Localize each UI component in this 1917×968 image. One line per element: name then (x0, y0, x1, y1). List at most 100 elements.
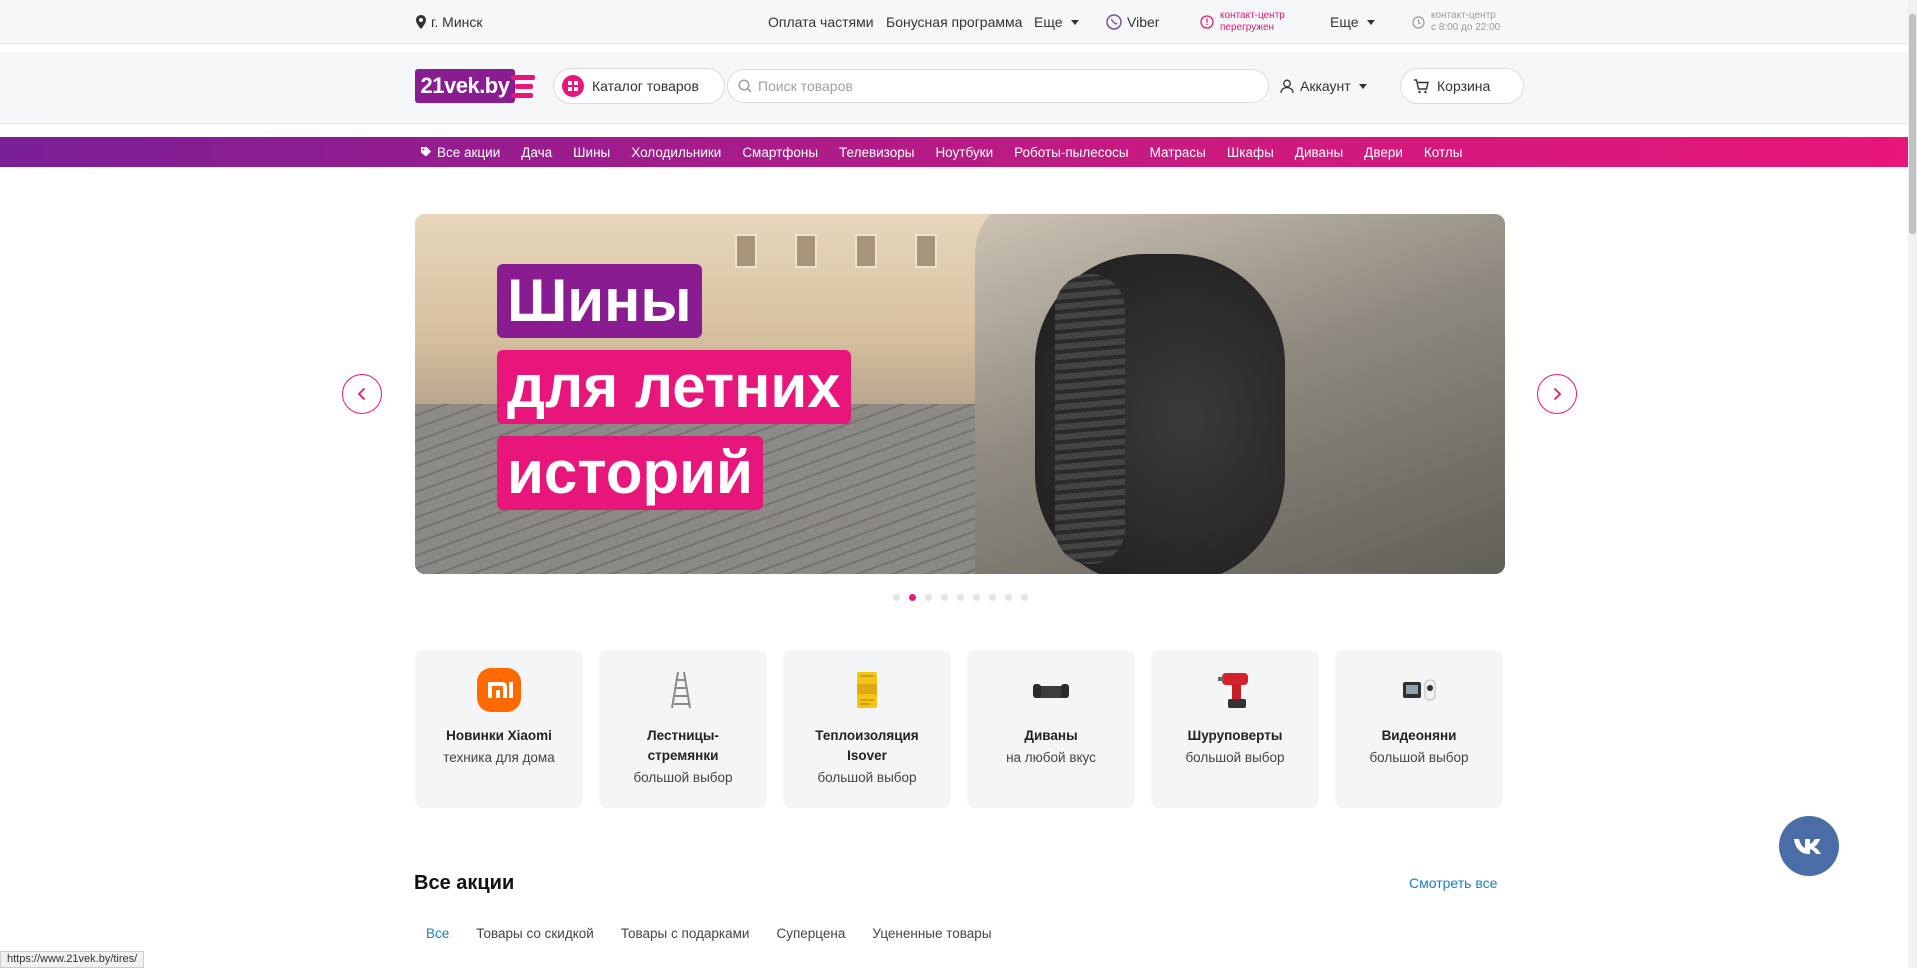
tile-subtitle: на любой вкус (1006, 750, 1096, 765)
tile-title: Теплоизоляция Isover (815, 728, 919, 763)
drill-icon (1213, 668, 1257, 712)
catalog-label: Каталог товаров (592, 78, 699, 94)
nav-item-robot-vacuums[interactable]: Роботы-пылесосы (1014, 145, 1129, 160)
carousel-dot[interactable] (973, 594, 980, 601)
see-all-link[interactable]: Смотреть все (1409, 875, 1497, 891)
baby-monitor-icon (1397, 668, 1441, 712)
account-menu[interactable]: Аккаунт (1280, 72, 1367, 100)
carousel-dot[interactable] (1005, 594, 1012, 601)
search-icon (738, 79, 752, 93)
search-box[interactable] (727, 69, 1269, 103)
banner-headline-line2: для летних (497, 350, 851, 424)
carousel-dot[interactable] (957, 594, 964, 601)
banner-window (795, 234, 817, 268)
chevron-down-icon (1358, 83, 1367, 89)
carousel-dot[interactable] (989, 594, 996, 601)
carousel-next-button[interactable] (1537, 374, 1577, 414)
chevron-down-icon (1366, 19, 1375, 25)
carousel-dot[interactable] (909, 594, 916, 601)
promo-tile-baby-monitors[interactable]: Видеоняни большой выбор (1335, 650, 1503, 808)
top-info-bar: г. Минск Оплата частями Бонусная програм… (0, 0, 1908, 44)
contact-status-line2: перегружен (1220, 22, 1275, 33)
tab-with-gifts[interactable]: Товары с подарками (621, 926, 750, 941)
tile-subtitle: большой выбор (1369, 750, 1469, 765)
carousel-dot[interactable] (941, 594, 948, 601)
logo-stripe (515, 84, 533, 89)
account-label: Аккаунт (1300, 78, 1351, 94)
city-label: г. Минск (431, 14, 483, 30)
carousel-dot[interactable] (1021, 594, 1028, 601)
nav-item-doors[interactable]: Двери (1364, 145, 1403, 160)
page-scrollbar[interactable] (1908, 0, 1917, 968)
nav-item-smartphones[interactable]: Смартфоны (742, 145, 818, 160)
viber-label: Viber (1127, 14, 1160, 30)
hours-line1: контакт-центр (1431, 10, 1496, 21)
tab-markdown[interactable]: Уцененные товары (872, 926, 991, 941)
nav-item-fridges[interactable]: Холодильники (631, 145, 721, 160)
carousel-prev-button[interactable] (342, 374, 382, 414)
hero-banner[interactable]: Шины для летних историй (415, 214, 1505, 574)
tile-title: Диваны (1024, 728, 1078, 743)
tag-icon (421, 147, 431, 157)
tile-title: Шуруповерты (1187, 728, 1283, 743)
cart-button[interactable]: Корзина (1400, 68, 1524, 104)
more-menu-1-label: Еще (1034, 14, 1063, 30)
nav-item-mattresses[interactable]: Матрасы (1150, 145, 1206, 160)
banner-headline-line3: историй (497, 436, 763, 510)
city-selector[interactable]: г. Минск (416, 0, 483, 44)
viber-link[interactable]: Viber (1106, 0, 1159, 44)
promotions-title: Все акции (414, 872, 515, 894)
carousel-dot[interactable] (925, 594, 932, 601)
more-menu-1[interactable]: Еще (1034, 0, 1079, 44)
nav-item-label: Все акции (437, 144, 501, 160)
tile-subtitle: большой выбор (817, 770, 917, 785)
cart-icon (1414, 78, 1429, 93)
location-pin-icon (416, 15, 426, 29)
promo-tile-ladders[interactable]: Лестницы-стремянки большой выбор (599, 650, 767, 808)
carousel-dot[interactable] (893, 594, 900, 601)
nav-item-boilers[interactable]: Котлы (1424, 145, 1463, 160)
vk-icon (1794, 839, 1821, 854)
promo-tile-insulation[interactable]: Теплоизоляция Isover большой выбор (783, 650, 951, 808)
tile-subtitle: большой выбор (633, 770, 733, 785)
promo-tile-xiaomi[interactable]: Новинки Xiaomi техника для дома (415, 650, 583, 808)
category-nav: Все акции Дача Шины Холодильники Смартфо… (0, 137, 1908, 167)
banner-window (735, 234, 757, 268)
scrollbar-thumb[interactable] (1909, 14, 1916, 234)
tab-discounted[interactable]: Товары со скидкой (476, 926, 594, 941)
hours-line2: с 8:00 до 22:00 (1431, 22, 1501, 33)
chat-widget-button[interactable] (1779, 816, 1839, 876)
tab-all[interactable]: Все (426, 926, 449, 941)
payment-link[interactable]: Оплата частями (768, 0, 874, 44)
banner-headline-line1: Шины (497, 264, 702, 338)
contact-center-status: контакт-центр перегружен (1200, 0, 1285, 44)
banner-window (855, 234, 877, 268)
working-hours: контакт-центр с 8:00 до 22:00 (1412, 0, 1500, 44)
banner-window (915, 234, 937, 268)
nav-item-all-promos[interactable]: Все акции (420, 145, 500, 160)
nav-item-wardrobes[interactable]: Шкафы (1227, 145, 1274, 160)
nav-item-tires[interactable]: Шины (573, 145, 610, 160)
promotions-tabs: Все Товары со скидкой Товары с подарками… (426, 926, 1019, 941)
tab-super-price[interactable]: Суперцена (776, 926, 845, 941)
tile-title: Лестницы-стремянки (647, 728, 719, 763)
sofa-icon (1029, 668, 1073, 712)
tile-subtitle: техника для дома (443, 750, 555, 765)
nav-item-dacha[interactable]: Дача (521, 145, 552, 160)
chevron-right-icon (1553, 387, 1562, 401)
tile-title: Видеоняни (1381, 728, 1457, 743)
promo-tile-sofas[interactable]: Диваны на любой вкус (967, 650, 1135, 808)
nav-item-tvs[interactable]: Телевизоры (839, 145, 914, 160)
catalog-button[interactable]: Каталог товаров (553, 68, 725, 104)
more-menu-2[interactable]: Еще (1330, 0, 1375, 44)
chevron-down-icon (1070, 19, 1079, 25)
bonus-program-link[interactable]: Бонусная программа (886, 0, 1022, 44)
browser-status-url: https://www.21vek.by/tires/ (0, 951, 145, 968)
search-input[interactable] (758, 78, 1268, 94)
xiaomi-logo-icon (477, 668, 521, 712)
nav-item-sofas[interactable]: Диваны (1295, 145, 1343, 160)
nav-item-laptops[interactable]: Ноутбуки (935, 145, 993, 160)
promo-tile-screwdrivers[interactable]: Шуруповерты большой выбор (1151, 650, 1319, 808)
site-logo[interactable]: 21vek.by (415, 69, 539, 105)
chevron-left-icon (357, 387, 366, 401)
